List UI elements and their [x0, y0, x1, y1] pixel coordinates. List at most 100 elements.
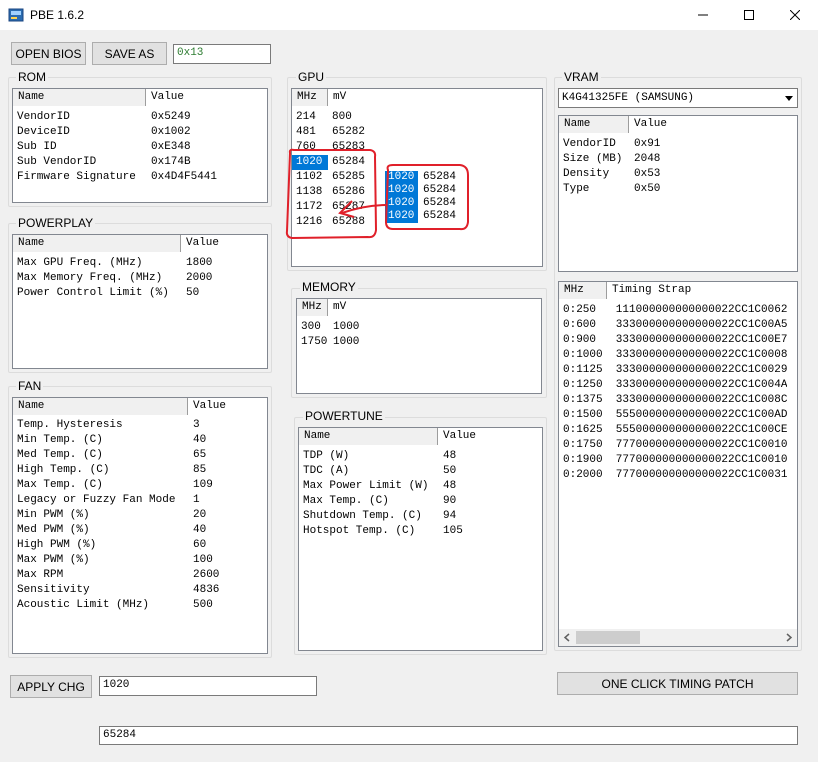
fan-row[interactable]: Sensitivity 4836 [13, 583, 267, 598]
timing-row[interactable]: 0:1500 555000000000000022CC1C00AD [559, 408, 797, 423]
save-as-button[interactable]: SAVE AS [92, 42, 167, 65]
powertune-row[interactable]: Hotspot Temp. (C) 105 [299, 524, 542, 539]
timing-row[interactable]: 0:900 333000000000000022CC1C00E7 [559, 333, 797, 348]
rom-row[interactable]: Firmware Signature 0x4D4F5441 [13, 170, 267, 185]
powerplay-col-name[interactable]: Name [13, 235, 181, 252]
vram-name-cell: Density [563, 168, 610, 180]
vram-col-value[interactable]: Value [629, 116, 797, 133]
vram-info-list[interactable]: Name Value VendorID 0x91 Size (MB) 2048 Dens… [558, 115, 798, 272]
powerplay-col-value[interactable]: Value [181, 235, 267, 252]
fan-col-value[interactable]: Value [188, 398, 267, 415]
rom-row[interactable]: Sub ID 0xE348 [13, 140, 267, 155]
gpu-name-cell: 214 [296, 111, 316, 123]
powertune-group-title: POWERTUNE [303, 409, 385, 423]
fan-row[interactable]: High PWM (%) 60 [13, 538, 267, 553]
powerplay-row[interactable]: Power Control Limit (%) 50 [13, 286, 267, 301]
status-field[interactable]: 65284 [99, 726, 798, 745]
fan-row[interactable]: Med PWM (%) 40 [13, 523, 267, 538]
fan-list[interactable]: Name Value Temp. Hysteresis 3 Min Temp. (C… [12, 397, 268, 654]
timing-row[interactable]: 0:1375 333000000000000022CC1C008C [559, 393, 797, 408]
timing-row[interactable]: 0:1000 333000000000000022CC1C0008 [559, 348, 797, 363]
fan-row[interactable]: Max Temp. (C) 109 [13, 478, 267, 493]
vram-row[interactable]: Type 0x50 [559, 182, 797, 197]
powertune-row[interactable]: TDP (W) 48 [299, 449, 542, 464]
memory-col-mv[interactable]: mV [328, 299, 541, 316]
timing-list-header: MHz Timing Strap [559, 282, 797, 299]
powerplay-row[interactable]: Max GPU Freq. (MHz) 1800 [13, 256, 267, 271]
powertune-col-value[interactable]: Value [438, 428, 542, 445]
vram-name-cell: Size (MB) [563, 153, 623, 165]
timing-row[interactable]: 0:1250 333000000000000022CC1C004A [559, 378, 797, 393]
rom-row[interactable]: VendorID 0x5249 [13, 110, 267, 125]
memory-list[interactable]: MHz mV 300 1000 1750 1000 [296, 298, 542, 394]
powertune-col-name[interactable]: Name [299, 428, 438, 445]
gpu-name-cell: 481 [296, 126, 316, 138]
fan-row[interactable]: Legacy or Fuzzy Fan Mode 1 [13, 493, 267, 508]
one-click-timing-patch-button[interactable]: ONE CLICK TIMING PATCH [557, 672, 798, 695]
powerplay-name-cell: Max GPU Freq. (MHz) [17, 257, 143, 269]
memory-value-cell: 1000 [333, 321, 360, 333]
scroll-left-icon[interactable] [563, 633, 571, 642]
scroll-thumb[interactable] [576, 631, 640, 644]
gpu-col-mhz[interactable]: MHz [292, 89, 328, 106]
apply-changes-button[interactable]: APPLY CHG [10, 675, 92, 698]
timing-strap-cell: 0:900 333000000000000022CC1C00E7 [563, 334, 788, 346]
rom-name-cell: VendorID [17, 111, 70, 123]
fan-value-cell: 65 [193, 449, 207, 461]
timing-row[interactable]: 0:1625 555000000000000022CC1C00CE [559, 423, 797, 438]
timing-row[interactable]: 0:1750 777000000000000022CC1C0010 [559, 438, 797, 453]
vram-select[interactable]: K4G41325FE (SAMSUNG) [558, 88, 798, 108]
rom-col-value[interactable]: Value [146, 89, 267, 106]
fan-row[interactable]: Med Temp. (C) 65 [13, 448, 267, 463]
powertune-row[interactable]: TDC (A) 50 [299, 464, 542, 479]
timing-row[interactable]: 0:1900 777000000000000022CC1C0010 [559, 453, 797, 468]
open-bios-button[interactable]: OPEN BIOS [11, 42, 86, 65]
rom-col-name[interactable]: Name [13, 89, 146, 106]
memory-row[interactable]: 1750 1000 [297, 335, 541, 350]
rom-row[interactable]: DeviceID 0x1002 [13, 125, 267, 140]
timing-col-strap[interactable]: Timing Strap [607, 282, 797, 299]
timing-strap-cell: 0:1125 333000000000000022CC1C0029 [563, 364, 788, 376]
timing-row[interactable]: 0:250 111000000000000022CC1C0062 [559, 303, 797, 318]
timing-list[interactable]: MHz Timing Strap 0:250 11100000000000002… [558, 281, 798, 647]
fan-row[interactable]: Temp. Hysteresis 3 [13, 418, 267, 433]
offset-field[interactable]: 0x13 [173, 44, 271, 64]
minimize-button[interactable] [680, 0, 726, 30]
timing-col-mhz[interactable]: MHz [559, 282, 607, 299]
powerplay-list[interactable]: Name Value Max GPU Freq. (MHz) 1800 Max Me… [12, 234, 268, 369]
timing-row[interactable]: 0:600 333000000000000022CC1C00A5 [559, 318, 797, 333]
powertune-row[interactable]: Max Power Limit (W) 48 [299, 479, 542, 494]
fan-row[interactable]: Min PWM (%) 20 [13, 508, 267, 523]
scroll-right-icon[interactable] [785, 633, 793, 642]
powertune-list[interactable]: Name Value TDP (W) 48 TDC (A) 50 Max Power L… [298, 427, 543, 651]
powertune-row[interactable]: Max Temp. (C) 90 [299, 494, 542, 509]
gpu-col-mv[interactable]: mV [328, 89, 542, 106]
vram-row[interactable]: Density 0x53 [559, 167, 797, 182]
close-button[interactable] [772, 0, 818, 30]
rom-row[interactable]: Sub VendorID 0x174B [13, 155, 267, 170]
apply-value-field[interactable]: 1020 [99, 676, 317, 696]
fan-row[interactable]: Min Temp. (C) 40 [13, 433, 267, 448]
gpu-row[interactable]: 481 65282 [292, 125, 542, 140]
vram-row[interactable]: VendorID 0x91 [559, 137, 797, 152]
fan-row[interactable]: Max RPM 2600 [13, 568, 267, 583]
fan-col-name[interactable]: Name [13, 398, 188, 415]
fan-row[interactable]: High Temp. (C) 85 [13, 463, 267, 478]
memory-col-mhz[interactable]: MHz [297, 299, 328, 316]
timing-row[interactable]: 0:2000 777000000000000022CC1C0031 [559, 468, 797, 483]
fan-name-cell: High Temp. (C) [17, 464, 110, 476]
dropdown-button[interactable] [780, 89, 797, 107]
rom-list[interactable]: Name Value VendorID 0x5249 DeviceID 0x1002 S… [12, 88, 268, 203]
maximize-button[interactable] [726, 0, 772, 30]
gpu-row[interactable]: 214 800 [292, 110, 542, 125]
powertune-row[interactable]: Shutdown Temp. (C) 94 [299, 509, 542, 524]
powerplay-row[interactable]: Max Memory Freq. (MHz) 2000 [13, 271, 267, 286]
fan-name-cell: Med PWM (%) [17, 524, 90, 536]
fan-row[interactable]: Max PWM (%) 100 [13, 553, 267, 568]
vram-row[interactable]: Size (MB) 2048 [559, 152, 797, 167]
fan-row[interactable]: Acoustic Limit (MHz) 500 [13, 598, 267, 613]
memory-row[interactable]: 300 1000 [297, 320, 541, 335]
timing-hscrollbar[interactable] [559, 629, 797, 646]
timing-row[interactable]: 0:1125 333000000000000022CC1C0029 [559, 363, 797, 378]
vram-col-name[interactable]: Name [559, 116, 629, 133]
